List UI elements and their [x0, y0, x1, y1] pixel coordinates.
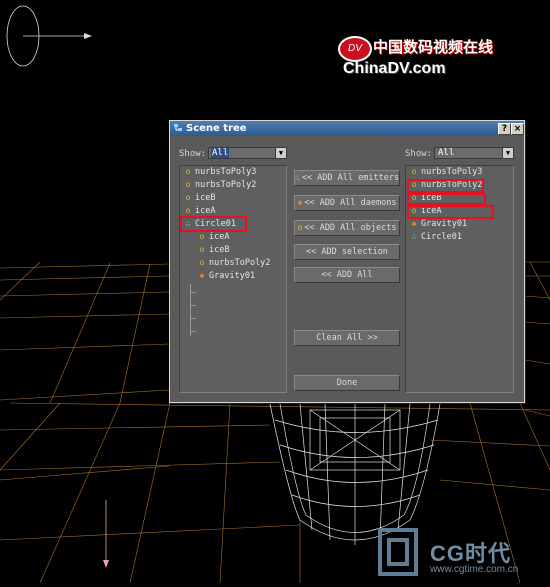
ring-icon: o [185, 193, 191, 202]
add-all-button[interactable]: << ADD All [294, 267, 400, 283]
gravity-daemon-icon: ✱ [411, 219, 417, 228]
dialog-title: Scene tree [186, 123, 247, 134]
close-button[interactable]: × [511, 123, 524, 135]
chinadv-logo-cn: 中国数码视频在线 [373, 38, 494, 56]
gravity-daemon-icon: ✱ [199, 271, 205, 280]
chinadv-logo-badge: DV [338, 36, 372, 62]
right-show-value: All [438, 148, 455, 158]
tree-connector [190, 305, 196, 306]
cgtime-logo-icon [378, 528, 418, 576]
scene-tree-icon [174, 124, 182, 131]
tree-connector [190, 318, 196, 319]
chevron-down-icon: ▼ [502, 148, 513, 158]
add-all-emitters-button[interactable]: ∴ << ADD All emitters [294, 170, 400, 186]
ring-icon: o [297, 223, 303, 232]
ring-icon: o [185, 167, 191, 176]
left-tree-panel[interactable]: o nurbsToPoly3 o nurbsToPoly2 o iceB o i… [179, 165, 287, 393]
add-all-objects-button[interactable]: o << ADD All objects [294, 220, 400, 236]
left-show-value: All [211, 148, 230, 158]
gravity-daemon-icon: ✱ [297, 198, 303, 207]
emitter-dots-icon: ∴ [295, 173, 300, 182]
add-selection-button[interactable]: << ADD selection [294, 244, 400, 260]
chevron-down-icon: ▼ [275, 148, 286, 158]
ring-icon: o [185, 180, 191, 189]
scene-tree-dialog: Scene tree ? × Show: All ▼ Show: All ▼ o… [169, 120, 525, 403]
right-show-label: Show: [405, 149, 433, 159]
tree-connector [190, 292, 196, 293]
emitter-dots-icon: ∴ [411, 232, 417, 241]
highlight-circle01 [180, 216, 247, 232]
left-show-select[interactable]: All ▼ [208, 147, 287, 159]
done-button[interactable]: Done [294, 375, 400, 391]
cgtime-url: www.cgtime.com.cn [430, 564, 519, 575]
left-show-label: Show: [179, 149, 207, 159]
ring-icon: o [199, 245, 205, 254]
ring-icon: o [199, 258, 205, 267]
chinadv-logo-en: ChinaDV.com [343, 60, 446, 77]
ring-icon: o [199, 232, 205, 241]
tree-connector [190, 331, 196, 332]
highlight-iceb [407, 193, 486, 205]
add-all-daemons-button[interactable]: ✱ << ADD All daemons [294, 195, 400, 211]
right-show-select[interactable]: All ▼ [434, 147, 514, 159]
help-button[interactable]: ? [498, 123, 511, 135]
dialog-titlebar[interactable]: Scene tree ? × [170, 121, 524, 136]
ring-icon: o [411, 167, 417, 176]
highlight-nurbstopoly2 [407, 179, 484, 193]
clean-all-button[interactable]: Clean All >> [294, 330, 400, 346]
highlight-icea [407, 205, 494, 219]
right-tree-panel[interactable]: o nurbsToPoly3 o nurbsToPoly2 o iceB o i… [405, 165, 514, 393]
